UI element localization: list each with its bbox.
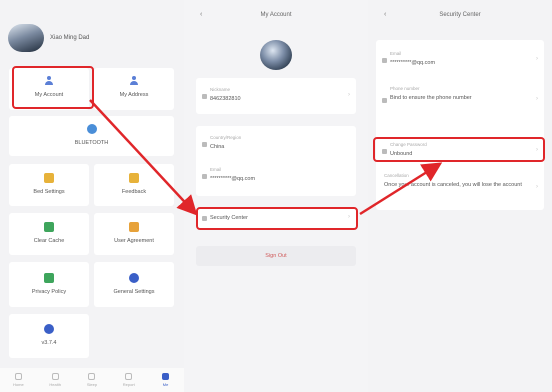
- tile-clear-cache[interactable]: Clear Cache: [9, 213, 89, 255]
- feedback-icon: [129, 173, 139, 183]
- row-label: Cancellation: [384, 173, 409, 178]
- bottom-tab-bar: Home Health Sleep Report Me: [0, 368, 184, 392]
- username: Xiao Ming Dad: [50, 35, 90, 41]
- document-icon: [129, 222, 139, 232]
- trash-icon: [44, 222, 54, 232]
- tile-feedback[interactable]: Feedback: [94, 164, 174, 206]
- row-label: Email: [390, 51, 402, 56]
- tab-sleep[interactable]: Sleep: [80, 373, 104, 387]
- row-value: Once your account is canceled, you will …: [384, 182, 522, 188]
- tile-bed-settings[interactable]: Bed Settings: [9, 164, 89, 206]
- row-label: Country/Region: [210, 135, 242, 140]
- tile-label: v3.7.4: [41, 340, 57, 346]
- security-card: Email **********@qq.com › Phone number B…: [376, 40, 544, 210]
- row-label: Email: [210, 167, 222, 172]
- tab-me[interactable]: Me: [154, 373, 178, 387]
- row-label: Nickname: [210, 87, 231, 92]
- tile-privacy-policy[interactable]: Privacy Policy: [9, 262, 89, 307]
- back-icon[interactable]: ‹: [384, 8, 386, 22]
- bed-icon: [44, 173, 54, 183]
- tile-my-address[interactable]: My Address: [94, 68, 174, 110]
- nav-header: ‹ Security Center: [368, 8, 552, 22]
- globe-icon: [202, 142, 207, 147]
- shield-icon: [44, 273, 54, 283]
- tab-label: Me: [162, 382, 169, 387]
- avatar[interactable]: [260, 40, 292, 70]
- health-icon: [51, 373, 59, 380]
- tab-home[interactable]: Home: [6, 373, 30, 387]
- mail-icon: [382, 58, 387, 63]
- chevron-right-icon: ›: [536, 56, 538, 62]
- tile-label: BLUETOOTH: [74, 140, 109, 146]
- row-value: 8462382810: [210, 96, 241, 102]
- chevron-right-icon: ›: [536, 96, 538, 102]
- tab-label: Health: [49, 382, 61, 387]
- bluetooth-icon: [86, 124, 97, 134]
- tile-version[interactable]: v3.7.4: [9, 314, 89, 358]
- tile-label: Privacy Policy: [31, 289, 67, 295]
- chevron-right-icon: ›: [348, 92, 350, 98]
- avatar[interactable]: [8, 24, 44, 52]
- tab-label: Report: [122, 382, 135, 387]
- row-value: **********@qq.com: [390, 60, 436, 66]
- chevron-right-icon: ›: [536, 184, 538, 190]
- email-row[interactable]: Email **********@qq.com: [196, 164, 356, 190]
- security-center-screen: ‹ Security Center Email **********@qq.co…: [368, 0, 552, 392]
- country-row[interactable]: Country/Region China: [196, 132, 356, 156]
- tab-report[interactable]: Report: [117, 373, 141, 387]
- mail-icon: [202, 174, 207, 179]
- tile-label: General Settings: [113, 289, 155, 295]
- page-title: Security Center: [439, 12, 481, 18]
- row-value: China: [210, 144, 225, 150]
- nickname-row[interactable]: Nickname 8462382810 ›: [196, 84, 356, 108]
- tile-label: Clear Cache: [33, 238, 65, 244]
- tile-label: My Address: [119, 92, 149, 98]
- page-title: My Account: [260, 12, 292, 18]
- back-icon[interactable]: ‹: [200, 8, 202, 22]
- nickname-card[interactable]: Nickname 8462382810 ›: [196, 78, 356, 114]
- profile-header[interactable]: Xiao Ming Dad: [8, 24, 89, 52]
- info-card: Country/Region China Email **********@qq…: [196, 126, 356, 196]
- sign-out-button[interactable]: Sign Out: [196, 246, 356, 266]
- email-row[interactable]: Email **********@qq.com ›: [376, 46, 544, 76]
- tab-health[interactable]: Health: [43, 373, 67, 387]
- person-icon: [202, 94, 207, 99]
- phone-row[interactable]: Phone number Bind to ensure the phone nu…: [376, 84, 544, 126]
- tab-label: Sleep: [86, 382, 98, 387]
- row-value: Bind to ensure the phone number: [390, 95, 472, 101]
- tile-user-agreement[interactable]: User Agreement: [94, 213, 174, 255]
- highlight-my-account: [12, 66, 94, 109]
- tile-label: Bed Settings: [33, 189, 65, 195]
- tab-label: Home: [13, 382, 24, 387]
- me-screen: Xiao Ming Dad My Account My Address BLUE…: [0, 0, 184, 392]
- row-value: **********@qq.com: [210, 176, 256, 182]
- tile-label: User Agreement: [114, 238, 154, 244]
- nav-header: ‹ My Account: [184, 8, 368, 22]
- my-account-screen: ‹ My Account Nickname 8462382810 › Count…: [184, 0, 368, 392]
- phone-icon: [382, 98, 387, 103]
- report-icon: [125, 373, 133, 380]
- screenshot-composite: Xiao Ming Dad My Account My Address BLUE…: [0, 0, 552, 392]
- home-icon: [14, 373, 22, 380]
- person-icon: [162, 373, 170, 380]
- info-icon: [44, 324, 54, 334]
- sleep-icon: [88, 373, 96, 380]
- tile-general-settings[interactable]: General Settings: [94, 262, 174, 307]
- person-icon: [129, 76, 139, 86]
- row-label: Phone number: [390, 86, 420, 91]
- gear-icon: [129, 273, 139, 283]
- cancellation-row[interactable]: Cancellation Once your account is cancel…: [376, 170, 544, 206]
- highlight-change-password: [373, 137, 545, 162]
- tile-label: Feedback: [121, 189, 147, 195]
- highlight-security-center: [196, 207, 358, 230]
- tile-bluetooth[interactable]: BLUETOOTH: [9, 116, 174, 156]
